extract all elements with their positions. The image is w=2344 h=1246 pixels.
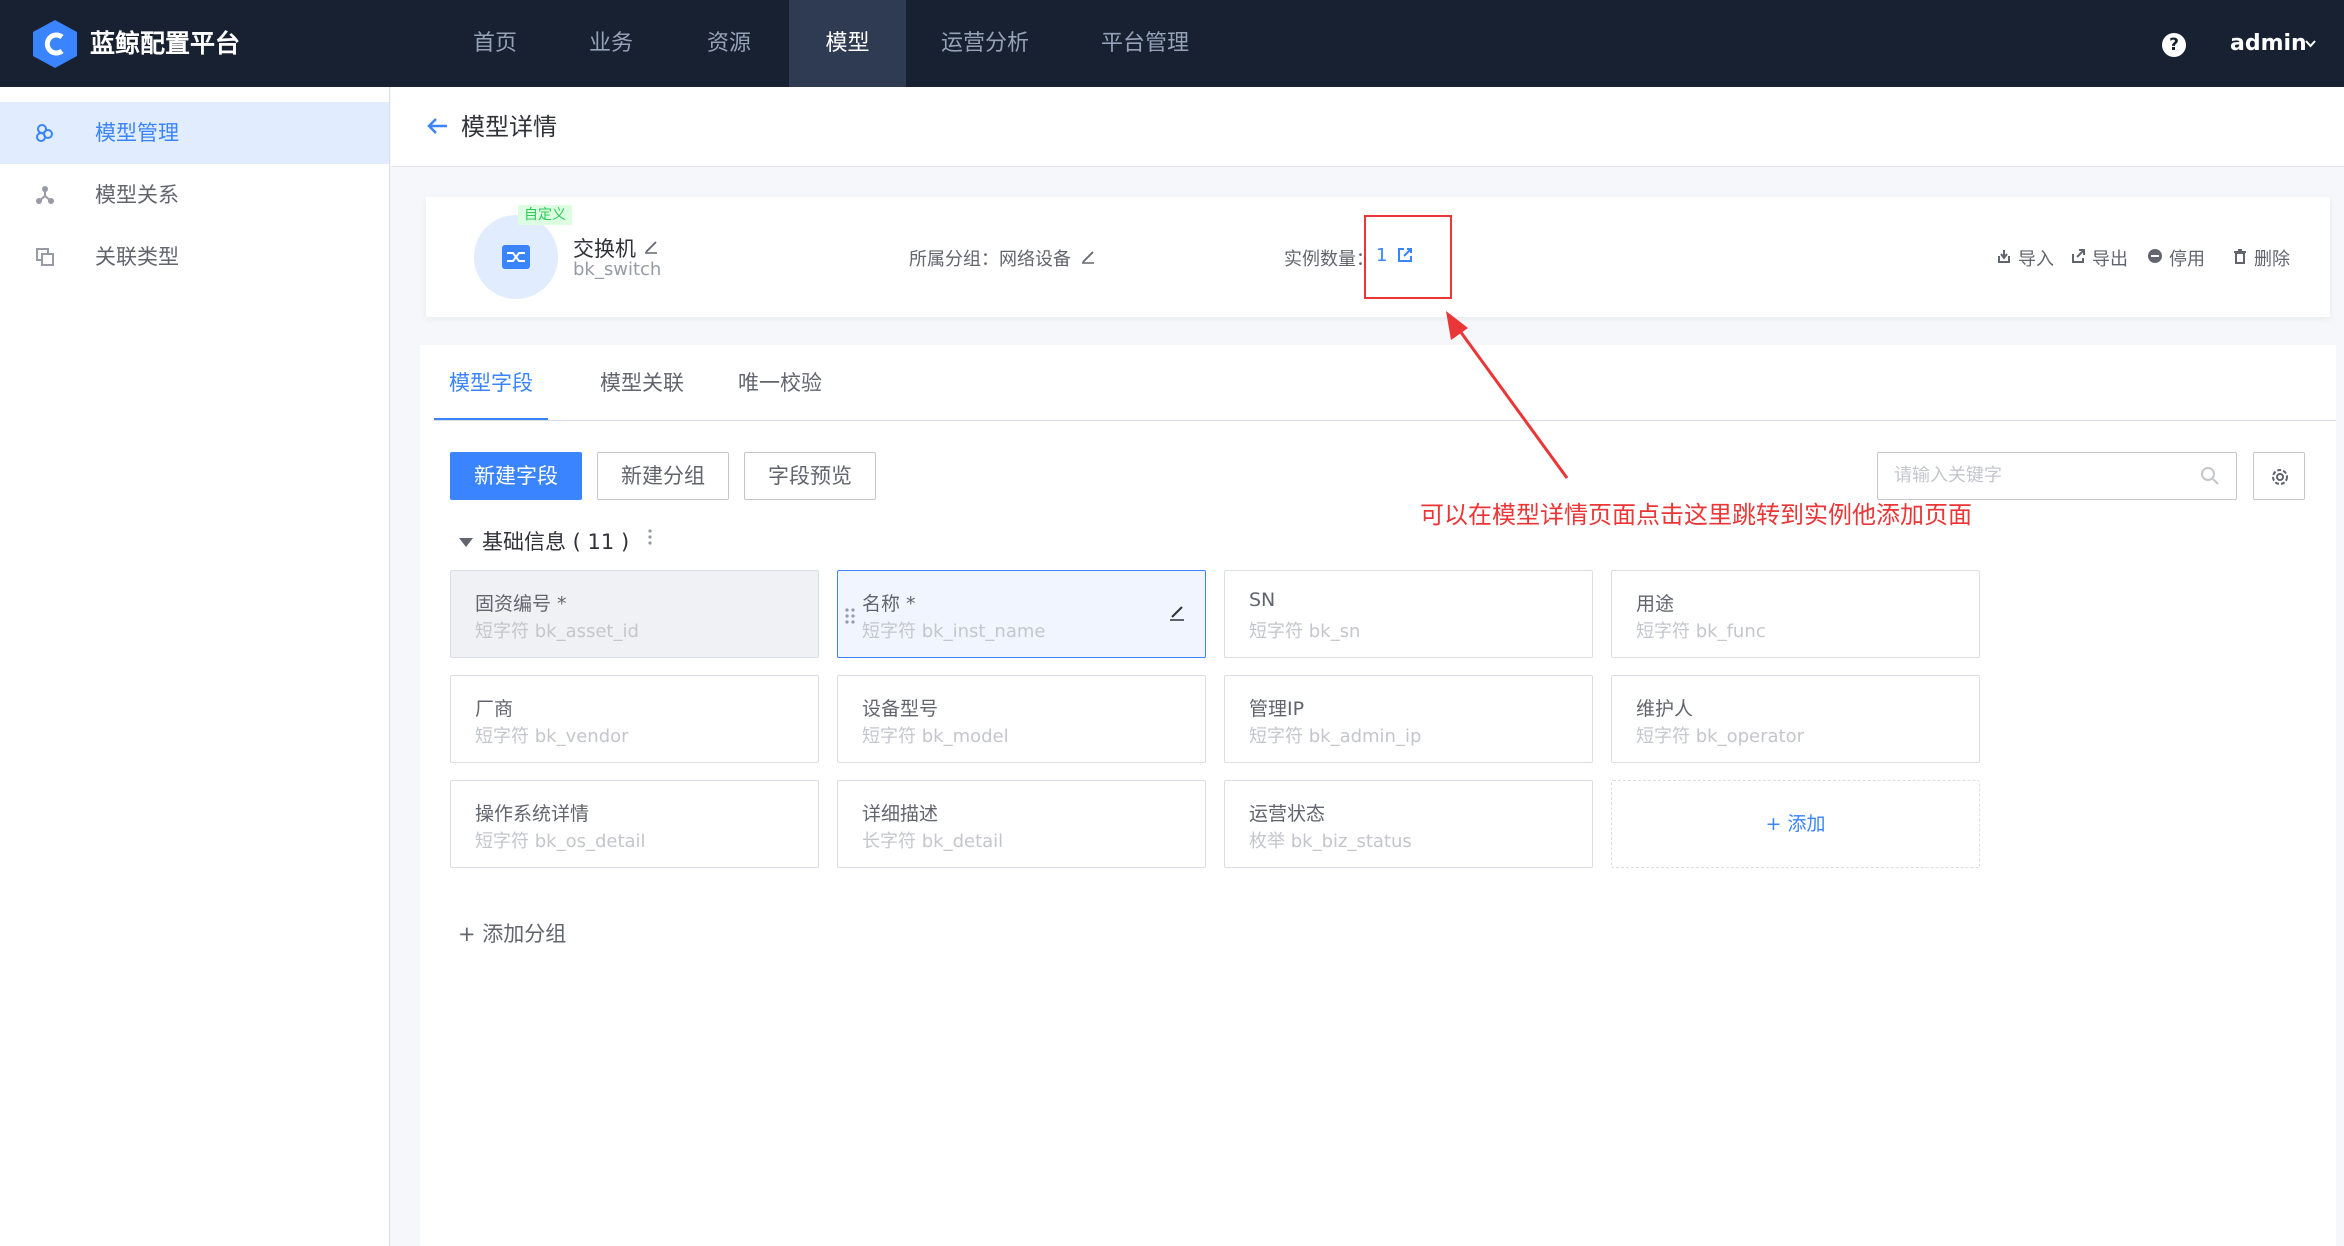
group-title: 基础信息 ( 11 ) bbox=[482, 530, 630, 554]
drag-handle-icon[interactable] bbox=[844, 607, 856, 625]
field-name: 操作系统详情 bbox=[475, 803, 590, 825]
field-meta: 短字符 bk_asset_id bbox=[475, 621, 639, 642]
model-fields-panel: 模型字段 模型关联 唯一校验 新建字段 新建分组 字段预览 请输入关键字 基础信… bbox=[420, 345, 2336, 1246]
sidebar-item-model-management[interactable]: 模型管理 bbox=[0, 102, 389, 164]
field-name: 维护人 bbox=[1636, 698, 1694, 720]
field-card[interactable]: 维护人 短字符 bk_operator bbox=[1611, 675, 1980, 763]
bk-logo-icon[interactable] bbox=[33, 20, 77, 68]
field-name: SN bbox=[1249, 589, 1276, 611]
import-icon bbox=[1998, 250, 2010, 263]
field-preview-button[interactable]: 字段预览 bbox=[744, 452, 876, 500]
field-meta: 短字符 bk_os_detail bbox=[475, 831, 646, 852]
field-meta: 短字符 bk_model bbox=[862, 726, 1009, 747]
field-meta: 短字符 bk_func bbox=[1636, 621, 1766, 642]
field-card[interactable]: SN 短字符 bk_sn bbox=[1224, 570, 1593, 658]
field-card[interactable]: 运营状态 枚举 bk_biz_status bbox=[1224, 780, 1593, 868]
top-navbar: 蓝鲸配置平台 首页 业务 资源 模型 运营分析 平台管理 ? admin bbox=[0, 0, 2344, 87]
nav-business[interactable]: 业务 bbox=[568, 0, 654, 87]
new-field-button[interactable]: 新建字段 bbox=[450, 452, 582, 500]
app-title[interactable]: 蓝鲸配置平台 bbox=[90, 0, 240, 87]
edit-group-icon[interactable] bbox=[1081, 250, 1095, 264]
sidebar-item-model-relation[interactable]: 模型关系 bbox=[0, 164, 389, 226]
field-card[interactable]: 厂商 短字符 bk_vendor bbox=[450, 675, 819, 763]
field-meta: 短字符 bk_operator bbox=[1636, 726, 1804, 747]
field-meta: 枚举 bk_biz_status bbox=[1249, 831, 1412, 852]
field-card[interactable]: 详细描述 长字符 bk_detail bbox=[837, 780, 1206, 868]
association-type-icon bbox=[36, 248, 54, 266]
nav-platform-management[interactable]: 平台管理 bbox=[1080, 0, 1210, 87]
field-name: 详细描述 bbox=[862, 803, 939, 825]
plus-icon: + bbox=[458, 922, 483, 946]
field-meta: 短字符 bk_admin_ip bbox=[1249, 726, 1422, 747]
caret-down-icon[interactable] bbox=[458, 535, 474, 551]
edit-name-icon[interactable] bbox=[644, 240, 658, 254]
nav-resource[interactable]: 资源 bbox=[686, 0, 772, 87]
field-name: 运营状态 bbox=[1249, 803, 1326, 825]
tab-unique-check[interactable]: 唯一校验 bbox=[738, 345, 822, 421]
field-card[interactable]: 设备型号 短字符 bk_model bbox=[837, 675, 1206, 763]
add-group-label: 添加分组 bbox=[482, 922, 567, 946]
delete-icon bbox=[2234, 249, 2246, 264]
sidebar-item-label: 模型管理 bbox=[95, 121, 179, 145]
field-meta: 短字符 bk_vendor bbox=[475, 726, 629, 747]
search-input[interactable]: 请输入关键字 bbox=[1877, 452, 2237, 500]
chevron-down-icon[interactable] bbox=[2305, 38, 2316, 49]
add-field-button[interactable]: + 添加 bbox=[1611, 780, 1980, 868]
tabs-divider bbox=[434, 420, 2336, 421]
model-id: bk_switch bbox=[573, 259, 662, 280]
page-header: 模型详情 bbox=[391, 87, 2344, 167]
model-avatar[interactable] bbox=[474, 215, 558, 299]
field-name: 设备型号 bbox=[862, 698, 939, 720]
sidebar-item-label: 关联类型 bbox=[95, 245, 179, 269]
instance-count-label: 实例数量： bbox=[1284, 249, 1374, 270]
nav-analytics[interactable]: 运营分析 bbox=[920, 0, 1050, 87]
custom-badge: 自定义 bbox=[518, 205, 572, 225]
add-group-button[interactable]: + 添加分组 bbox=[458, 918, 566, 948]
field-meta: 长字符 bk_detail bbox=[862, 831, 1004, 852]
nav-model[interactable]: 模型 bbox=[789, 0, 906, 87]
tab-model-fields[interactable]: 模型字段 bbox=[434, 345, 548, 421]
field-name: 用途 bbox=[1636, 593, 1675, 615]
switch-icon bbox=[502, 245, 530, 269]
user-menu[interactable]: admin bbox=[2230, 0, 2307, 87]
disable-icon bbox=[2148, 249, 2162, 263]
highlight-box bbox=[1364, 215, 1452, 299]
export-icon bbox=[2072, 249, 2085, 263]
field-name: 固资编号 * bbox=[475, 593, 567, 615]
tab-model-association[interactable]: 模型关联 bbox=[600, 345, 684, 421]
question-circle-icon[interactable]: ? bbox=[2162, 33, 2186, 57]
settings-button[interactable] bbox=[2253, 452, 2305, 500]
edit-icon[interactable] bbox=[1169, 605, 1185, 621]
gear-icon bbox=[2272, 469, 2288, 485]
back-arrow-icon[interactable] bbox=[426, 114, 450, 138]
field-card[interactable]: 管理IP 短字符 bk_admin_ip bbox=[1224, 675, 1593, 763]
nav-home[interactable]: 首页 bbox=[452, 0, 538, 87]
model-relation-icon bbox=[36, 186, 54, 204]
field-card[interactable]: 操作系统详情 短字符 bk_os_detail bbox=[450, 780, 819, 868]
field-card[interactable]: 用途 短字符 bk_func bbox=[1611, 570, 1980, 658]
field-card[interactable]: 名称 * 短字符 bk_inst_name bbox=[837, 570, 1206, 658]
model-group: 所属分组：网络设备 bbox=[909, 249, 1071, 270]
sidebar: 模型管理 模型关系 关联类型 bbox=[0, 87, 390, 1246]
field-meta: 短字符 bk_inst_name bbox=[862, 621, 1046, 642]
field-card[interactable]: 固资编号 * 短字符 bk_asset_id bbox=[450, 570, 819, 658]
model-management-icon bbox=[36, 124, 53, 142]
search-icon[interactable] bbox=[2200, 466, 2220, 486]
annotation-text: 可以在模型详情页面点击这里跳转到实例他添加页面 bbox=[1420, 501, 1972, 529]
field-name: 厂商 bbox=[475, 698, 514, 720]
more-vertical-icon[interactable] bbox=[647, 527, 653, 547]
sidebar-item-label: 模型关系 bbox=[95, 183, 179, 207]
add-field-label: + 添加 bbox=[1765, 813, 1826, 835]
field-meta: 短字符 bk_sn bbox=[1249, 621, 1361, 642]
sidebar-item-association-type[interactable]: 关联类型 bbox=[0, 226, 389, 288]
field-name: 名称 * bbox=[862, 593, 916, 615]
field-name: 管理IP bbox=[1249, 698, 1305, 720]
page-title: 模型详情 bbox=[461, 113, 557, 141]
new-group-button[interactable]: 新建分组 bbox=[597, 452, 729, 500]
